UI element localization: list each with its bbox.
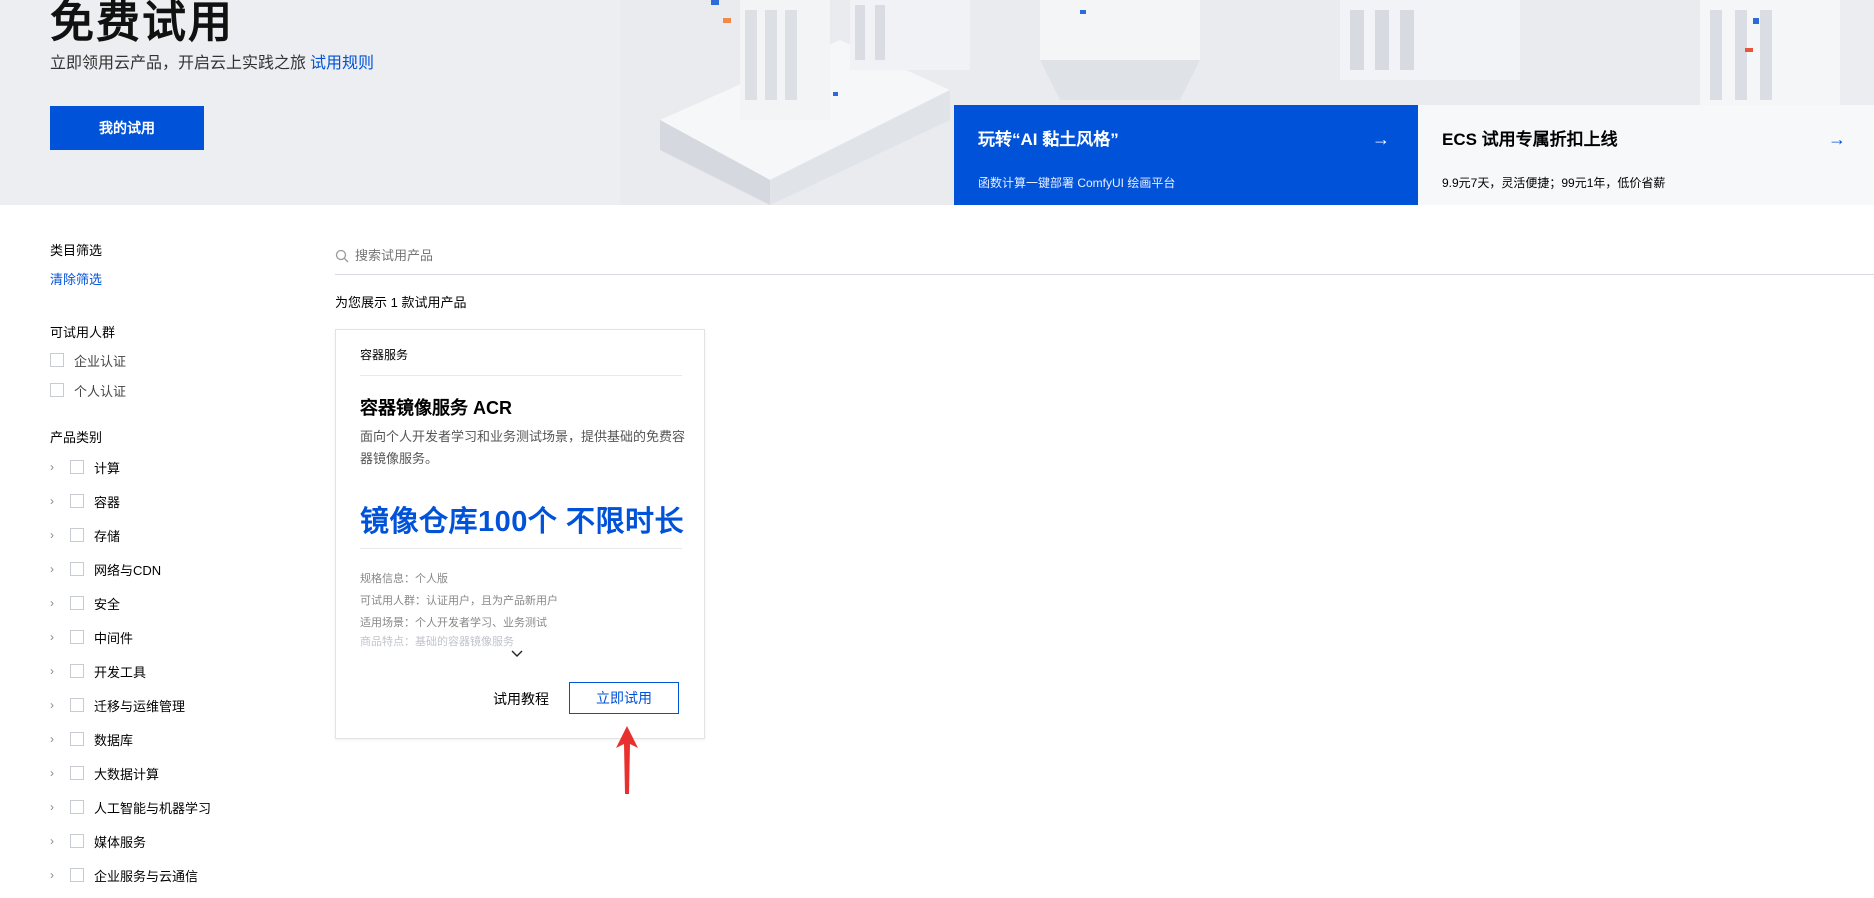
- product-card-acr: 容器服务 容器镜像服务 ACR 面向个人开发者学习和业务测试场景，提供基础的免费…: [335, 329, 705, 739]
- checkbox[interactable]: [70, 698, 84, 712]
- trial-tutorial-link[interactable]: 试用教程: [493, 689, 549, 709]
- category-label: 开发工具: [94, 664, 147, 680]
- my-trial-button[interactable]: 我的试用: [50, 106, 204, 150]
- chevron-right-icon[interactable]: ›: [50, 630, 70, 644]
- promo-card-ecs-discount[interactable]: ECS 试用专属折扣上线 9.9元7天，灵活便捷；99元1年，低价省薪 →: [1418, 105, 1874, 205]
- chevron-right-icon[interactable]: ›: [50, 800, 70, 814]
- chevron-right-icon[interactable]: ›: [50, 766, 70, 780]
- category-label: 存储: [94, 528, 121, 544]
- checkbox[interactable]: [70, 834, 84, 848]
- filter-sidebar: 类目筛选 清除筛选 可试用人群 企业认证 个人认证 产品类别 › 计算 › 容器 ›…: [50, 240, 290, 892]
- chevron-right-icon[interactable]: ›: [50, 664, 70, 678]
- hero-subtitle: 立即领用云产品，开启云上实践之旅 试用规则: [50, 49, 374, 73]
- category-item[interactable]: › 网络与CDN: [50, 552, 290, 586]
- promo-desc: 9.9元7天，灵活便捷；99元1年，低价省薪: [1442, 176, 1666, 190]
- category-label: 中间件: [94, 630, 134, 646]
- spec-item: 适用场景：个人开发者学习、业务测试: [360, 617, 547, 629]
- chevron-right-icon[interactable]: ›: [50, 868, 70, 882]
- card-description: 面向个人开发者学习和业务测试场景，提供基础的免费容器镜像服务。: [360, 429, 686, 466]
- category-label: 企业服务与云通信: [94, 868, 199, 884]
- arrow-right-icon: →: [1828, 129, 1846, 149]
- category-label: 大数据计算: [94, 766, 160, 782]
- spec-list: 规格信息：个人版 可试用人群：认证用户，且为产品新用户 适用场景：个人开发者学习…: [360, 568, 682, 650]
- divider: [360, 548, 682, 549]
- chevron-right-icon[interactable]: ›: [50, 494, 70, 508]
- spec-item: 可试用人群：认证用户，且为产品新用户: [360, 595, 558, 607]
- card-category: 容器服务: [360, 348, 409, 362]
- audience-group: 企业认证 个人认证: [50, 345, 290, 405]
- checkbox[interactable]: [70, 630, 84, 644]
- category-label: 媒体服务: [94, 834, 147, 850]
- category-label: 容器: [94, 494, 121, 510]
- search-bar: [335, 237, 1874, 275]
- checkbox[interactable]: [50, 383, 64, 397]
- category-label: 人工智能与机器学习: [94, 800, 212, 816]
- category-item[interactable]: › 开发工具: [50, 654, 290, 688]
- audience-label: 企业认证: [74, 353, 127, 369]
- category-item[interactable]: › 中间件: [50, 620, 290, 654]
- category-label: 数据库: [94, 732, 134, 748]
- category-item[interactable]: › 容器: [50, 484, 290, 518]
- search-input[interactable]: [355, 248, 755, 263]
- result-count-text: 为您展示 1 款试用产品: [335, 295, 467, 310]
- chevron-right-icon[interactable]: ›: [50, 698, 70, 712]
- category-label: 迁移与运维管理: [94, 698, 186, 714]
- page-title: 免费试用: [50, 0, 234, 47]
- checkbox[interactable]: [70, 800, 84, 814]
- card-title: 容器镜像服务 ACR: [360, 398, 512, 418]
- category-item[interactable]: › 迁移与运维管理: [50, 688, 290, 722]
- checkbox[interactable]: [70, 528, 84, 542]
- hero-subtitle-text: 立即领用云产品，开启云上实践之旅: [50, 55, 307, 72]
- promo-desc: 函数计算一键部署 ComfyUI 绘画平台: [978, 176, 1176, 190]
- chevron-down-icon[interactable]: [510, 649, 524, 659]
- promo-card-ai-clay[interactable]: 玩转“AI 黏土风格” 函数计算一键部署 ComfyUI 绘画平台 →: [954, 105, 1418, 205]
- clear-filter-link[interactable]: 清除筛选: [50, 269, 290, 288]
- audience-option-personal[interactable]: 个人认证: [50, 375, 290, 405]
- chevron-right-icon[interactable]: ›: [50, 528, 70, 542]
- spec-item: 规格信息：个人版: [360, 573, 448, 585]
- hero-banner: 免费试用 立即领用云产品，开启云上实践之旅 试用规则 我的试用 玩转“AI 黏土风…: [0, 0, 1874, 205]
- chevron-right-icon[interactable]: ›: [50, 460, 70, 474]
- category-item[interactable]: › 企业服务与云通信: [50, 858, 290, 892]
- checkbox[interactable]: [70, 664, 84, 678]
- category-item[interactable]: › 数据库: [50, 722, 290, 756]
- chevron-right-icon[interactable]: ›: [50, 596, 70, 610]
- arrow-right-icon: →: [1372, 129, 1390, 149]
- checkbox[interactable]: [70, 766, 84, 780]
- chevron-right-icon[interactable]: ›: [50, 732, 70, 746]
- category-item[interactable]: › 媒体服务: [50, 824, 290, 858]
- category-item[interactable]: › 存储: [50, 518, 290, 552]
- checkbox[interactable]: [70, 494, 84, 508]
- audience-heading: 可试用人群: [50, 325, 116, 340]
- search-icon: [335, 249, 349, 262]
- card-highlight: 镜像仓库100个 不限时长: [360, 506, 684, 538]
- checkbox[interactable]: [50, 353, 64, 367]
- audience-label: 个人认证: [74, 383, 127, 399]
- spec-item: 商品特点：基础的容器镜像服务: [360, 636, 514, 648]
- category-label: 网络与CDN: [94, 562, 162, 578]
- category-label: 安全: [94, 596, 121, 612]
- divider: [360, 375, 682, 376]
- checkbox[interactable]: [70, 732, 84, 746]
- chevron-right-icon[interactable]: ›: [50, 562, 70, 576]
- category-item[interactable]: › 大数据计算: [50, 756, 290, 790]
- checkbox[interactable]: [70, 562, 84, 576]
- category-filter-heading: 类目筛选: [50, 243, 103, 258]
- category-label: 计算: [94, 460, 121, 476]
- audience-option-enterprise[interactable]: 企业认证: [50, 345, 290, 375]
- checkbox[interactable]: [70, 596, 84, 610]
- product-category-heading: 产品类别: [50, 430, 103, 445]
- annotation-arrow-icon: [616, 726, 638, 794]
- chevron-right-icon[interactable]: ›: [50, 834, 70, 848]
- trial-rules-link[interactable]: 试用规则: [310, 55, 374, 72]
- checkbox[interactable]: [70, 868, 84, 882]
- try-now-button[interactable]: 立即试用: [569, 682, 679, 714]
- checkbox[interactable]: [70, 460, 84, 474]
- category-item[interactable]: › 安全: [50, 586, 290, 620]
- category-item[interactable]: › 计算: [50, 450, 290, 484]
- category-list: › 计算 › 容器 › 存储 › 网络与CDN › 安全 › 中间件 › 开发工具 › 迁移与运…: [50, 450, 290, 892]
- category-item[interactable]: › 人工智能与机器学习: [50, 790, 290, 824]
- promo-title: 玩转“AI 黏土风格”: [978, 130, 1119, 149]
- promo-title: ECS 试用专属折扣上线: [1442, 130, 1618, 149]
